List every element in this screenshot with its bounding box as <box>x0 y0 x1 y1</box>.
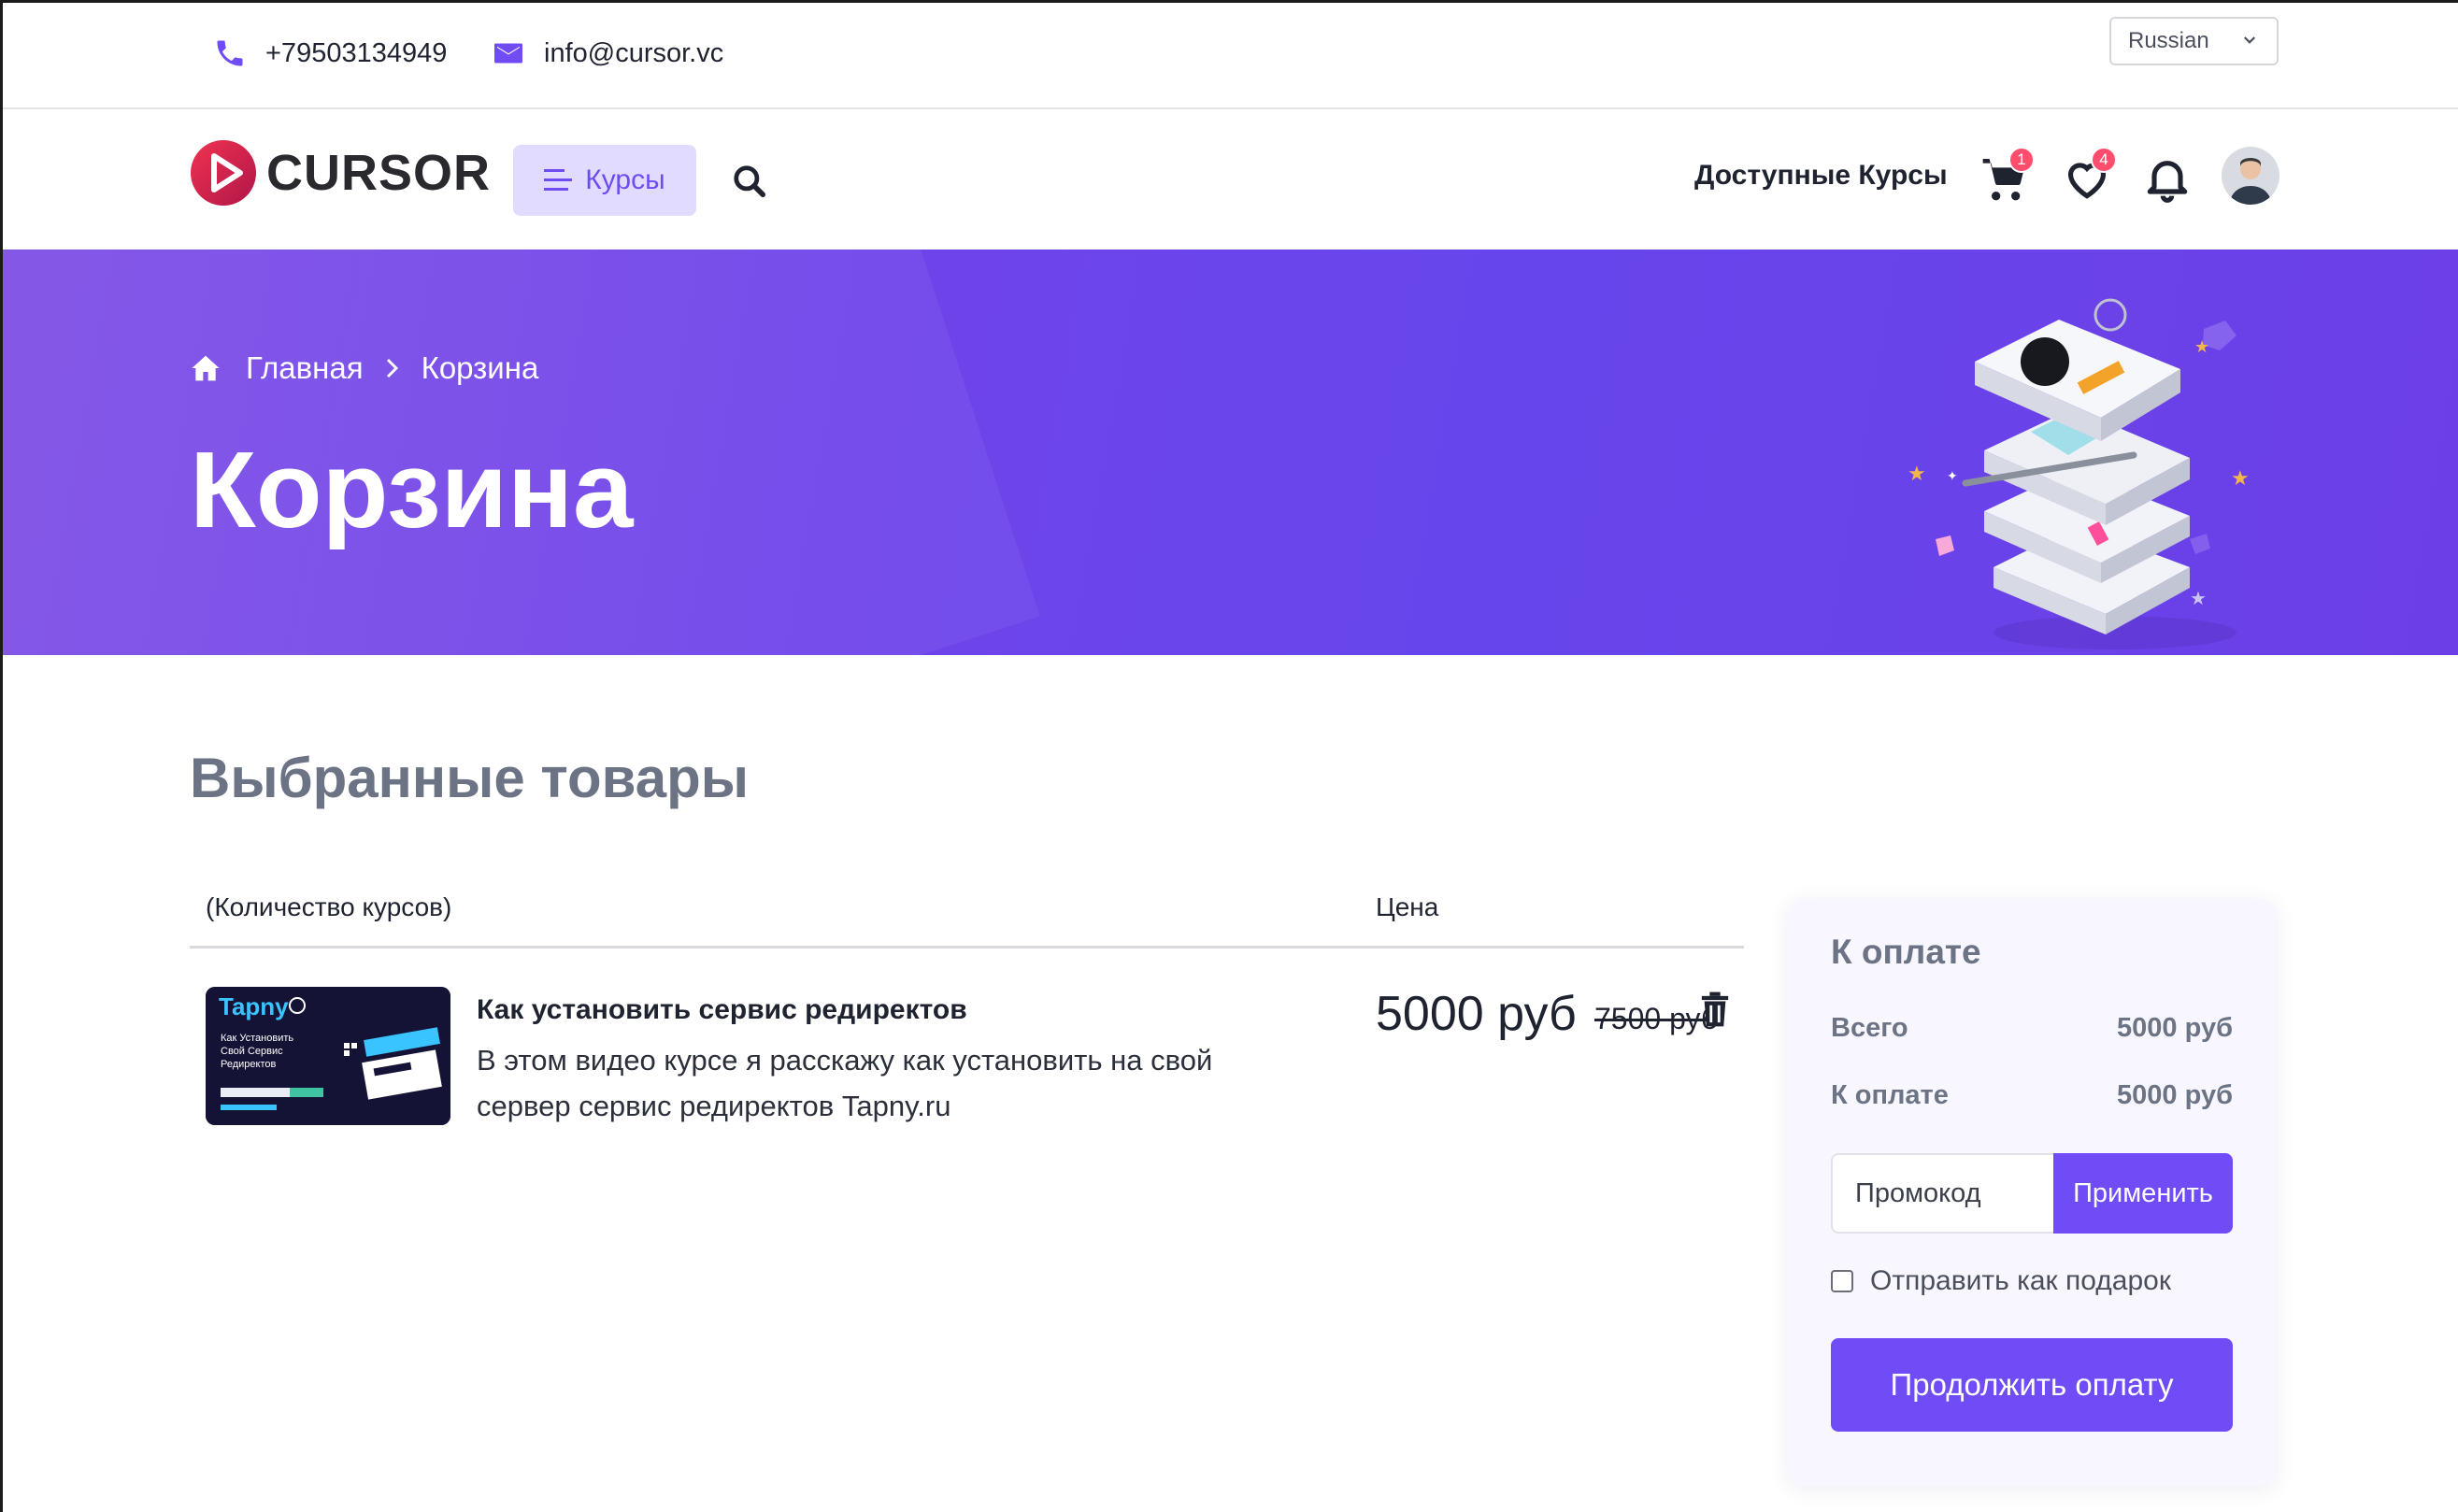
summary-total-value: 5000 руб <box>2117 1013 2233 1043</box>
language-select[interactable]: Russian <box>2109 17 2279 65</box>
summary-title: К оплате <box>1831 933 1981 971</box>
wishlist-button[interactable]: 4 <box>2061 147 2117 205</box>
logo[interactable]: CURSOR <box>190 139 491 207</box>
svg-text:Редиректов: Редиректов <box>221 1059 276 1070</box>
summary-due-value: 5000 руб <box>2117 1080 2233 1110</box>
email-link[interactable]: info@cursor.vc <box>492 36 723 70</box>
available-courses-link[interactable]: Доступные Курсы <box>1694 160 1948 192</box>
cart-button[interactable]: 1 <box>1979 147 2035 205</box>
main-nav: CURSOR Курсы Доступные Курсы 1 4 <box>3 111 2458 250</box>
summary-total-label: Всего <box>1831 1013 1908 1043</box>
svg-text:Как Установить: Как Установить <box>221 1033 293 1044</box>
logo-play-icon <box>191 140 256 206</box>
menu-icon <box>544 169 573 191</box>
section-title: Выбранные товары <box>190 747 750 809</box>
apply-promo-button[interactable]: Применить <box>2053 1153 2233 1234</box>
course-thumbnail[interactable]: Tapny Как Установить Свой Сервис Редирек… <box>206 987 450 1125</box>
books-illustration: ★ ★ ★ ★ ✦ <box>1908 298 2250 649</box>
email-address: info@cursor.vc <box>544 37 724 68</box>
bell-icon <box>2147 161 2188 203</box>
summary-total-row: Всего 5000 руб <box>1831 1013 2233 1044</box>
breadcrumb: Главная Корзина <box>190 350 538 386</box>
envelope-icon <box>494 43 522 64</box>
top-bar: +79503134949 info@cursor.vc Russian <box>3 3 2458 109</box>
user-avatar[interactable] <box>2222 147 2279 205</box>
phone-number: +79503134949 <box>265 37 448 68</box>
courses-label: Курсы <box>585 164 665 195</box>
svg-text:★: ★ <box>2194 337 2209 356</box>
promo-code-input[interactable]: Промокод <box>1831 1153 2053 1234</box>
summary-due-label: К оплате <box>1831 1080 1949 1110</box>
svg-text:★: ★ <box>2231 466 2250 490</box>
courses-menu-button[interactable]: Курсы <box>513 145 696 216</box>
gift-label: Отправить как подарок <box>1870 1265 2171 1296</box>
phone-link[interactable]: +79503134949 <box>213 36 447 70</box>
wishlist-count-badge: 4 <box>2091 147 2117 173</box>
svg-text:Свой Сервис: Свой Сервис <box>221 1046 283 1057</box>
course-title[interactable]: Как установить сервис редиректов <box>477 994 967 1026</box>
order-summary-card: К оплате Всего 5000 руб К оплате 5000 ру… <box>1788 899 2276 1486</box>
course-price: 5000 руб <box>1376 987 1577 1041</box>
trash-icon[interactable] <box>1699 991 1731 1028</box>
svg-text:★: ★ <box>2190 589 2207 609</box>
chevron-down-icon <box>2243 36 2256 44</box>
summary-due-row: К оплате 5000 руб <box>1831 1080 2233 1111</box>
continue-payment-button[interactable]: Продолжить оплату <box>1831 1338 2233 1432</box>
thumb-brand: Tapny <box>219 992 289 1020</box>
page-banner: Главная Корзина Корзина ★ ★ ★ ★ ✦ <box>3 250 2458 655</box>
course-thumbnail-image: Tapny Как Установить Свой Сервис Редирек… <box>206 987 450 1125</box>
table-divider <box>190 946 1744 949</box>
home-icon[interactable] <box>190 353 222 383</box>
language-value: Russian <box>2128 28 2209 53</box>
svg-text:★: ★ <box>1908 462 1926 485</box>
logo-text: CURSOR <box>266 145 492 201</box>
breadcrumb-current: Корзина <box>421 350 539 385</box>
gift-option[interactable]: Отправить как подарок <box>1831 1265 2171 1297</box>
page-title: Корзина <box>190 429 634 550</box>
promo-code-group: Промокод Применить <box>1831 1153 2233 1234</box>
search-icon[interactable] <box>732 164 767 199</box>
course-description: В этом видео курсе я расскажу как устано… <box>477 1044 1213 1122</box>
notifications-button[interactable] <box>2141 152 2194 205</box>
column-header-quantity: (Количество курсов) <box>206 892 452 921</box>
phone-icon <box>217 40 243 66</box>
breadcrumb-home[interactable]: Главная <box>246 350 364 386</box>
gift-checkbox[interactable] <box>1831 1270 1853 1292</box>
svg-text:✦: ✦ <box>1947 468 1958 483</box>
chevron-right-icon <box>386 358 398 378</box>
cart-count-badge: 1 <box>2008 147 2035 173</box>
column-header-price: Цена <box>1376 892 1439 921</box>
user-icon <box>2229 158 2272 205</box>
